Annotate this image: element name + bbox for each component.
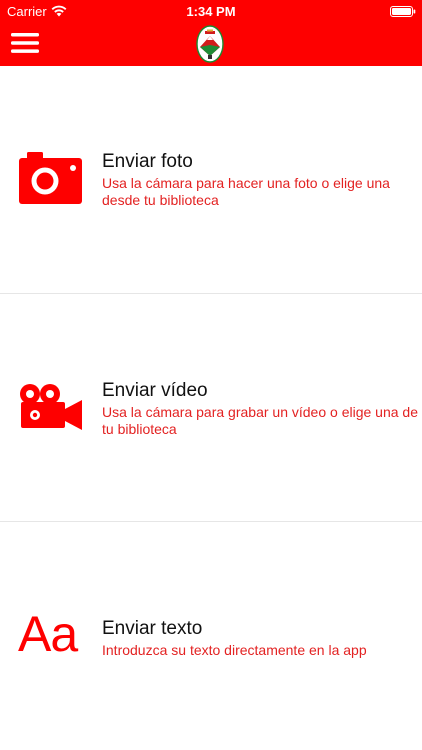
- send-photo-description: Usa la cámara para hacer una foto o elig…: [102, 175, 390, 208]
- send-text-title: Enviar texto: [102, 618, 203, 639]
- send-video-title: Enviar vídeo: [102, 380, 208, 401]
- send-text-description: Introduzca su texto directamente en la a…: [102, 642, 367, 658]
- camera-icon: [19, 152, 82, 204]
- send-text-option[interactable]: Aa Enviar texto Introduzca su texto dire…: [0, 522, 422, 749]
- status-bar: Carrier 1:34 PM: [0, 0, 422, 22]
- video-camera-icon: [20, 384, 82, 430]
- text-icon: Aa: [18, 606, 78, 662]
- hamburger-menu-icon[interactable]: [11, 32, 39, 54]
- battery-icon: [390, 6, 416, 17]
- send-photo-option[interactable]: Enviar foto Usa la cámara para hacer una…: [0, 66, 422, 294]
- send-options-list: Enviar foto Usa la cámara para hacer una…: [0, 66, 422, 749]
- send-photo-title: Enviar foto: [102, 151, 193, 172]
- send-video-option[interactable]: Enviar vídeo Usa la cámara para grabar u…: [0, 294, 422, 522]
- send-video-description: Usa la cámara para grabar un vídeo o eli…: [102, 404, 418, 437]
- status-time: 1:34 PM: [186, 4, 236, 19]
- top-bar: Carrier 1:34 PM: [0, 0, 422, 66]
- crest-logo: [196, 25, 224, 63]
